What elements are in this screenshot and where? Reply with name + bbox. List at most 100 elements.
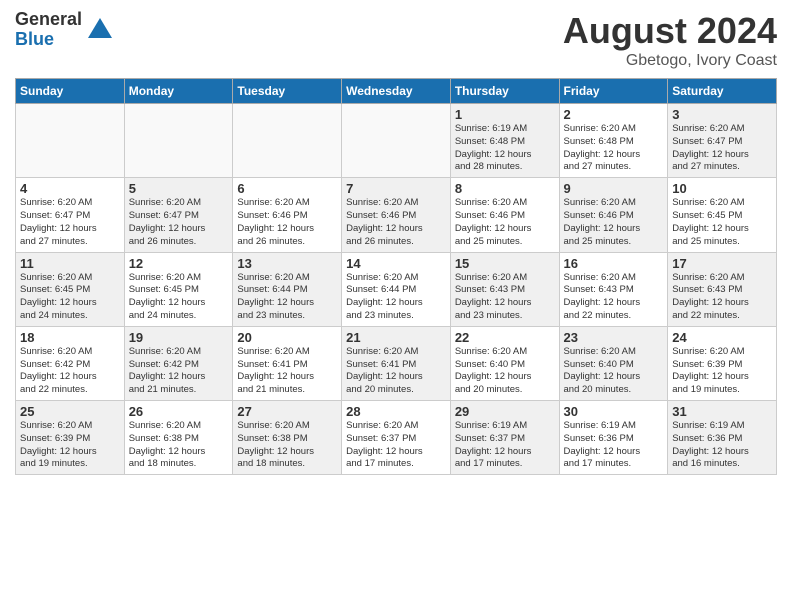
- day-number: 23: [564, 330, 664, 345]
- table-row: 27Sunrise: 6:20 AM Sunset: 6:38 PM Dayli…: [233, 401, 342, 475]
- col-saturday: Saturday: [668, 79, 777, 104]
- table-row: 20Sunrise: 6:20 AM Sunset: 6:41 PM Dayli…: [233, 326, 342, 400]
- table-row: 14Sunrise: 6:20 AM Sunset: 6:44 PM Dayli…: [342, 252, 451, 326]
- table-row: [233, 104, 342, 178]
- day-number: 28: [346, 404, 446, 419]
- table-row: 3Sunrise: 6:20 AM Sunset: 6:47 PM Daylig…: [668, 104, 777, 178]
- calendar-header-row: Sunday Monday Tuesday Wednesday Thursday…: [16, 79, 777, 104]
- day-number: 13: [237, 256, 337, 271]
- day-number: 20: [237, 330, 337, 345]
- day-info: Sunrise: 6:20 AM Sunset: 6:42 PM Dayligh…: [129, 346, 229, 397]
- day-info: Sunrise: 6:19 AM Sunset: 6:36 PM Dayligh…: [564, 420, 664, 471]
- day-number: 21: [346, 330, 446, 345]
- table-row: 4Sunrise: 6:20 AM Sunset: 6:47 PM Daylig…: [16, 178, 125, 252]
- table-row: 19Sunrise: 6:20 AM Sunset: 6:42 PM Dayli…: [124, 326, 233, 400]
- day-info: Sunrise: 6:20 AM Sunset: 6:46 PM Dayligh…: [346, 197, 446, 248]
- day-number: 19: [129, 330, 229, 345]
- day-number: 24: [672, 330, 772, 345]
- logo-blue: Blue: [15, 30, 82, 50]
- table-row: 6Sunrise: 6:20 AM Sunset: 6:46 PM Daylig…: [233, 178, 342, 252]
- main-container: General Blue August 2024 Gbetogo, Ivory …: [0, 0, 792, 485]
- day-number: 29: [455, 404, 555, 419]
- day-number: 27: [237, 404, 337, 419]
- calendar-body: 1Sunrise: 6:19 AM Sunset: 6:48 PM Daylig…: [16, 104, 777, 475]
- table-row: 12Sunrise: 6:20 AM Sunset: 6:45 PM Dayli…: [124, 252, 233, 326]
- day-info: Sunrise: 6:20 AM Sunset: 6:39 PM Dayligh…: [672, 346, 772, 397]
- col-friday: Friday: [559, 79, 668, 104]
- table-row: 8Sunrise: 6:20 AM Sunset: 6:46 PM Daylig…: [450, 178, 559, 252]
- day-info: Sunrise: 6:20 AM Sunset: 6:46 PM Dayligh…: [455, 197, 555, 248]
- table-row: 26Sunrise: 6:20 AM Sunset: 6:38 PM Dayli…: [124, 401, 233, 475]
- logo: General Blue: [15, 10, 114, 50]
- day-number: 4: [20, 181, 120, 196]
- table-row: 16Sunrise: 6:20 AM Sunset: 6:43 PM Dayli…: [559, 252, 668, 326]
- day-number: 14: [346, 256, 446, 271]
- logo-general: General: [15, 10, 82, 30]
- table-row: 10Sunrise: 6:20 AM Sunset: 6:45 PM Dayli…: [668, 178, 777, 252]
- day-info: Sunrise: 6:20 AM Sunset: 6:44 PM Dayligh…: [346, 272, 446, 323]
- day-number: 15: [455, 256, 555, 271]
- col-thursday: Thursday: [450, 79, 559, 104]
- calendar-week-row: 18Sunrise: 6:20 AM Sunset: 6:42 PM Dayli…: [16, 326, 777, 400]
- table-row: [16, 104, 125, 178]
- table-row: 17Sunrise: 6:20 AM Sunset: 6:43 PM Dayli…: [668, 252, 777, 326]
- day-number: 7: [346, 181, 446, 196]
- table-row: 23Sunrise: 6:20 AM Sunset: 6:40 PM Dayli…: [559, 326, 668, 400]
- col-tuesday: Tuesday: [233, 79, 342, 104]
- day-info: Sunrise: 6:19 AM Sunset: 6:48 PM Dayligh…: [455, 123, 555, 174]
- table-row: 22Sunrise: 6:20 AM Sunset: 6:40 PM Dayli…: [450, 326, 559, 400]
- title-block: August 2024 Gbetogo, Ivory Coast: [563, 10, 777, 70]
- day-info: Sunrise: 6:20 AM Sunset: 6:45 PM Dayligh…: [672, 197, 772, 248]
- col-sunday: Sunday: [16, 79, 125, 104]
- table-row: 15Sunrise: 6:20 AM Sunset: 6:43 PM Dayli…: [450, 252, 559, 326]
- table-row: 2Sunrise: 6:20 AM Sunset: 6:48 PM Daylig…: [559, 104, 668, 178]
- calendar-week-row: 25Sunrise: 6:20 AM Sunset: 6:39 PM Dayli…: [16, 401, 777, 475]
- day-info: Sunrise: 6:20 AM Sunset: 6:43 PM Dayligh…: [564, 272, 664, 323]
- day-info: Sunrise: 6:20 AM Sunset: 6:47 PM Dayligh…: [129, 197, 229, 248]
- day-info: Sunrise: 6:20 AM Sunset: 6:40 PM Dayligh…: [455, 346, 555, 397]
- day-number: 2: [564, 107, 664, 122]
- table-row: 9Sunrise: 6:20 AM Sunset: 6:46 PM Daylig…: [559, 178, 668, 252]
- table-row: 11Sunrise: 6:20 AM Sunset: 6:45 PM Dayli…: [16, 252, 125, 326]
- day-info: Sunrise: 6:20 AM Sunset: 6:39 PM Dayligh…: [20, 420, 120, 471]
- day-number: 22: [455, 330, 555, 345]
- table-row: 13Sunrise: 6:20 AM Sunset: 6:44 PM Dayli…: [233, 252, 342, 326]
- day-number: 30: [564, 404, 664, 419]
- table-row: 21Sunrise: 6:20 AM Sunset: 6:41 PM Dayli…: [342, 326, 451, 400]
- table-row: 30Sunrise: 6:19 AM Sunset: 6:36 PM Dayli…: [559, 401, 668, 475]
- day-info: Sunrise: 6:20 AM Sunset: 6:38 PM Dayligh…: [129, 420, 229, 471]
- col-monday: Monday: [124, 79, 233, 104]
- calendar: Sunday Monday Tuesday Wednesday Thursday…: [15, 78, 777, 475]
- day-number: 17: [672, 256, 772, 271]
- table-row: [124, 104, 233, 178]
- day-info: Sunrise: 6:20 AM Sunset: 6:41 PM Dayligh…: [346, 346, 446, 397]
- day-info: Sunrise: 6:19 AM Sunset: 6:36 PM Dayligh…: [672, 420, 772, 471]
- day-info: Sunrise: 6:20 AM Sunset: 6:47 PM Dayligh…: [672, 123, 772, 174]
- day-info: Sunrise: 6:20 AM Sunset: 6:47 PM Dayligh…: [20, 197, 120, 248]
- table-row: 7Sunrise: 6:20 AM Sunset: 6:46 PM Daylig…: [342, 178, 451, 252]
- day-number: 8: [455, 181, 555, 196]
- table-row: 29Sunrise: 6:19 AM Sunset: 6:37 PM Dayli…: [450, 401, 559, 475]
- day-info: Sunrise: 6:20 AM Sunset: 6:43 PM Dayligh…: [672, 272, 772, 323]
- location: Gbetogo, Ivory Coast: [563, 52, 777, 70]
- logo-icon: [86, 16, 114, 44]
- day-number: 26: [129, 404, 229, 419]
- day-number: 25: [20, 404, 120, 419]
- day-number: 6: [237, 181, 337, 196]
- calendar-week-row: 4Sunrise: 6:20 AM Sunset: 6:47 PM Daylig…: [16, 178, 777, 252]
- col-wednesday: Wednesday: [342, 79, 451, 104]
- table-row: [342, 104, 451, 178]
- day-info: Sunrise: 6:20 AM Sunset: 6:45 PM Dayligh…: [20, 272, 120, 323]
- day-info: Sunrise: 6:20 AM Sunset: 6:48 PM Dayligh…: [564, 123, 664, 174]
- day-info: Sunrise: 6:20 AM Sunset: 6:38 PM Dayligh…: [237, 420, 337, 471]
- month-year: August 2024: [563, 10, 777, 52]
- day-number: 11: [20, 256, 120, 271]
- day-number: 5: [129, 181, 229, 196]
- day-number: 10: [672, 181, 772, 196]
- day-info: Sunrise: 6:19 AM Sunset: 6:37 PM Dayligh…: [455, 420, 555, 471]
- day-number: 9: [564, 181, 664, 196]
- day-info: Sunrise: 6:20 AM Sunset: 6:46 PM Dayligh…: [237, 197, 337, 248]
- day-number: 16: [564, 256, 664, 271]
- table-row: 1Sunrise: 6:19 AM Sunset: 6:48 PM Daylig…: [450, 104, 559, 178]
- day-number: 12: [129, 256, 229, 271]
